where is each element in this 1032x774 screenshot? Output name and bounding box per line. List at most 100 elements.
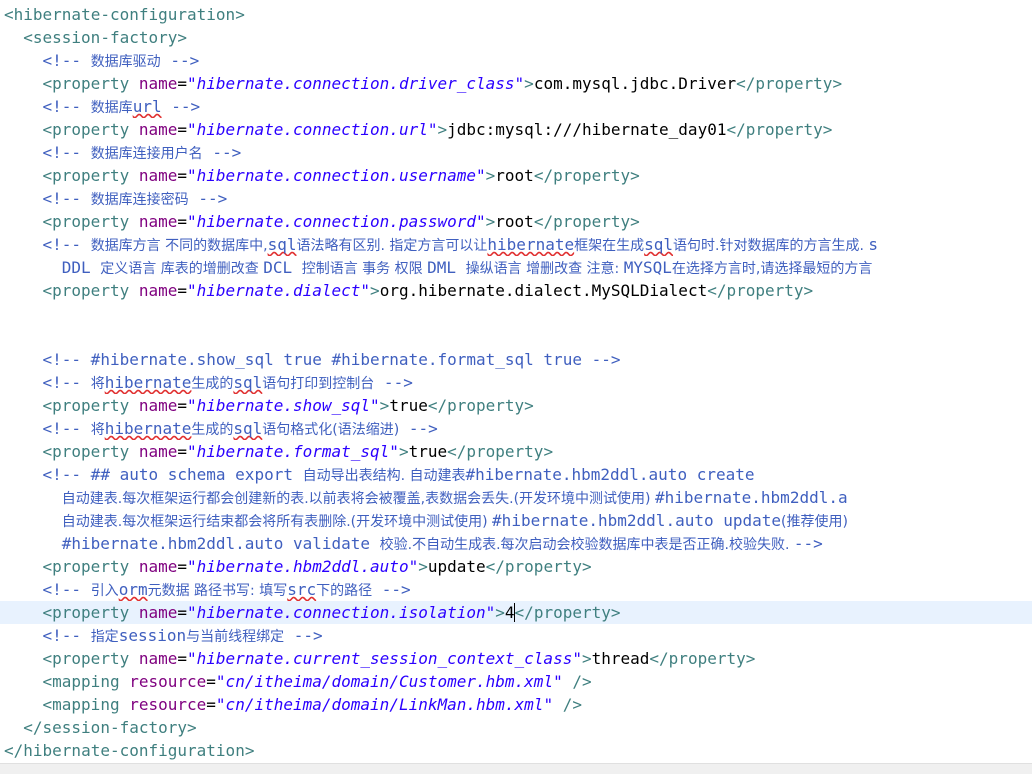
code-token: "hibernate.hbm2ddl.auto" [187,557,419,576]
code-token: sql [267,235,297,254]
code-token: <!-- ## auto schema export [42,465,303,484]
code-token: <!-- [42,235,91,254]
code-token: </property> [427,396,534,415]
code-line[interactable]: <!-- 数据库连接用户名 --> [0,141,1032,164]
code-token: MYSQL [623,258,672,277]
code-token: s [868,235,879,254]
code-token: 自动导出表结构. 自动建表 [302,468,466,484]
code-token: root [495,166,534,185]
code-line[interactable]: <!-- ## auto schema export 自动导出表结构. 自动建表… [0,463,1032,486]
code-token: > [495,603,505,622]
code-token: 下的路径 [316,583,373,599]
code-token: 数据库 [90,100,133,116]
code-token: --> [161,97,201,116]
code-token: </property> [533,166,640,185]
code-line[interactable]: 自动建表.每次框架运行都会创建新的表.以前表将会被覆盖,表数据会丢失.(开发环境… [0,486,1032,509]
code-token: </property> [485,557,592,576]
code-token: <property [42,649,139,668]
code-line[interactable]: 自动建表.每次框架运行结束都会将所有表删除.(开发环境中测试使用) #hiber… [0,509,1032,532]
code-token: name [138,396,178,415]
code-token: org.hibernate.dialect.MySQLDialect [379,281,708,300]
code-token: <!-- [42,626,91,645]
code-line[interactable]: <property name="hibernate.connection.pas… [0,210,1032,233]
code-token: name [138,74,178,93]
code-line[interactable]: <property name="hibernate.current_sessio… [0,647,1032,670]
code-line[interactable]: <property name="hibernate.connection.use… [0,164,1032,187]
code-line[interactable]: <!-- 将hibernate生成的sql语句打印到控制台 --> [0,371,1032,394]
code-token: 数据库连接用户名 [90,146,203,162]
horizontal-scrollbar[interactable] [0,763,1032,774]
code-token: "hibernate.connection.password" [187,212,486,231]
code-token: </property> [707,281,814,300]
code-line[interactable]: <!-- 数据库方言 不同的数据库中,sql语法略有区别. 指定方言可以让hib… [0,233,1032,256]
code-token: = [177,281,188,300]
code-token: 校验.不自动生成表.每次启动会校验数据库中表是否正确.校验失败. [379,537,794,553]
code-token: name [138,603,178,622]
code-token: #hibernate.hbm2ddl.auto update [492,511,782,530]
code-line[interactable]: <session-factory> [0,26,1032,49]
code-token: --> [372,580,411,599]
code-token: update [427,557,486,576]
code-line[interactable]: <!-- 指定session与当前线程绑定 --> [0,624,1032,647]
code-token: 语句格式化(语法缩进) [262,422,400,438]
code-token: <mapping [42,695,130,714]
code-token: "cn/itheima/domain/Customer.hbm.xml" [215,672,563,691]
code-token: > [485,212,496,231]
code-token: "hibernate.format_sql" [187,442,399,461]
code-token: <property [42,557,139,576]
code-token: name [138,212,178,231]
code-token: sql [644,235,674,254]
code-token: "hibernate.connection.isolation" [187,603,496,622]
code-line[interactable]: #hibernate.hbm2ddl.auto validate 校验.不自动生… [0,532,1032,555]
code-line[interactable]: <property name="hibernate.show_sql">true… [0,394,1032,417]
code-token: = [206,695,216,714]
code-line-current[interactable]: <property name="hibernate.connection.iso… [0,601,1032,624]
code-line[interactable] [0,325,1032,348]
code-token: > [581,649,592,668]
code-token: </hibernate-configuration> [4,741,255,760]
code-token: 在选择方言时,请选择最短的方言 [671,261,873,277]
code-line[interactable]: DDL 定义语言 库表的增删改查 DCL 控制语言 事务 权限 DML 操纵语言… [0,256,1032,279]
code-token: 数据库驱动 [90,54,161,70]
code-token: "hibernate.show_sql" [187,396,380,415]
code-line[interactable]: <!-- 数据库url --> [0,95,1032,118]
code-line[interactable]: <property name="hibernate.connection.url… [0,118,1032,141]
code-token: hibernate [487,235,575,254]
code-line[interactable]: <!-- 数据库连接密码 --> [0,187,1032,210]
code-line[interactable]: <!-- 数据库驱动 --> [0,49,1032,72]
code-token: = [206,672,216,691]
code-token: <!-- [42,580,91,599]
code-line[interactable]: <property name="hibernate.connection.dri… [0,72,1032,95]
code-line[interactable]: <!-- #hibernate.show_sql true #hibernate… [0,348,1032,371]
code-line[interactable]: <!-- 引入orm元数据 路径书写: 填写src下的路径 --> [0,578,1032,601]
code-token: 将 [90,422,105,438]
code-token: > [485,166,496,185]
code-token: name [138,557,178,576]
code-line[interactable]: <property name="hibernate.dialect">org.h… [0,279,1032,302]
code-line[interactable]: </session-factory> [0,716,1032,739]
code-line[interactable]: </hibernate-configuration> [0,739,1032,762]
code-token: </property> [447,442,554,461]
code-token: <property [42,442,139,461]
code-token: 与当前线程绑定 [186,629,285,645]
code-editor[interactable]: <hibernate-configuration> <session-factor… [0,0,1032,774]
code-line[interactable]: <property name="hibernate.hbm2ddl.auto">… [0,555,1032,578]
code-line[interactable]: <!-- 将hibernate生成的sql语句格式化(语法缩进) --> [0,417,1032,440]
code-token: thread [591,649,650,668]
code-token: > [379,396,390,415]
code-line[interactable]: <mapping resource="cn/itheima/domain/Cus… [0,670,1032,693]
code-token: <!-- [42,97,91,116]
code-line[interactable]: <property name="hibernate.format_sql">tr… [0,440,1032,463]
code-line[interactable] [0,302,1032,325]
code-line[interactable]: <mapping resource="cn/itheima/domain/Lin… [0,693,1032,716]
code-token: --> [399,419,438,438]
code-token: DML [427,258,466,277]
code-line[interactable]: <hibernate-configuration> [0,3,1032,26]
code-token: <session-factory> [23,28,188,47]
code-token: com.mysql.jdbc.Driver [533,74,737,93]
code-token: #hibernate.hbm2ddl.a [654,488,848,507]
code-token: = [177,557,188,576]
code-token: > [398,442,409,461]
code-token: </property> [533,212,640,231]
code-token: --> [374,373,413,392]
